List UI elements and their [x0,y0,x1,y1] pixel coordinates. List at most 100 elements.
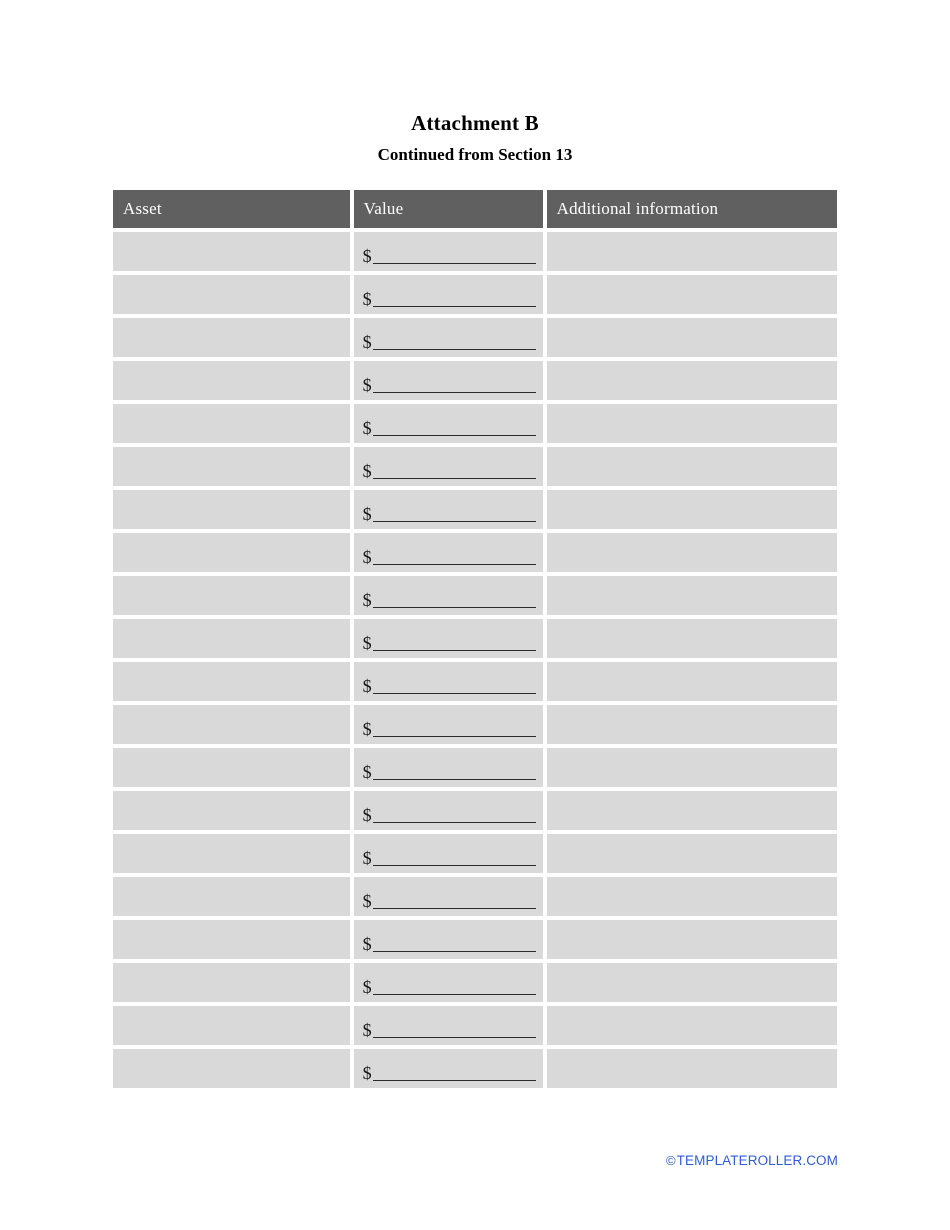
value-field[interactable]: $ [353,404,543,443]
table-row: $ [113,404,837,443]
value-writing-line [372,392,536,393]
value-writing-line [372,478,536,479]
value-writing-line [372,650,536,651]
dollar-sign-label: $ [362,1063,372,1083]
additional-information-field[interactable] [546,232,837,271]
asset-field[interactable] [113,748,350,787]
column-header-asset: Asset [113,190,350,228]
asset-field[interactable] [113,1049,350,1088]
value-writing-line [372,564,536,565]
table-row: $ [113,576,837,615]
value-writing-line [372,435,536,436]
asset-field[interactable] [113,490,350,529]
additional-information-field[interactable] [546,1049,837,1088]
additional-information-field[interactable] [546,791,837,830]
value-field[interactable]: $ [353,447,543,486]
value-field[interactable]: $ [353,619,543,658]
value-field[interactable]: $ [353,1049,543,1088]
dollar-sign-label: $ [362,289,372,309]
additional-information-field[interactable] [546,490,837,529]
value-writing-line [372,951,536,952]
asset-field[interactable] [113,275,350,314]
additional-information-field[interactable] [546,533,837,572]
dollar-sign-label: $ [362,848,372,868]
asset-field[interactable] [113,533,350,572]
column-header-additional-information: Additional information [546,190,837,228]
value-field[interactable]: $ [353,533,543,572]
value-field[interactable]: $ [353,877,543,916]
dollar-sign-label: $ [362,332,372,352]
asset-table: Asset Value Additional information $ $ $ $ $… [113,190,837,1088]
value-field[interactable]: $ [353,705,543,744]
table-row: $ [113,447,837,486]
table-row: $ [113,920,837,959]
value-field[interactable]: $ [353,490,543,529]
asset-field[interactable] [113,705,350,744]
asset-field[interactable] [113,318,350,357]
asset-field[interactable] [113,447,350,486]
table-row: $ [113,1006,837,1045]
dollar-sign-label: $ [362,590,372,610]
footer-attribution: ©TEMPLATEROLLER.COM [666,1153,838,1168]
additional-information-field[interactable] [546,404,837,443]
value-writing-line [372,521,536,522]
asset-field[interactable] [113,361,350,400]
value-field[interactable]: $ [353,275,543,314]
dollar-sign-label: $ [362,375,372,395]
value-writing-line [372,693,536,694]
asset-field[interactable] [113,1006,350,1045]
additional-information-field[interactable] [546,361,837,400]
value-field[interactable]: $ [353,748,543,787]
additional-information-field[interactable] [546,834,837,873]
dollar-sign-label: $ [362,246,372,266]
value-field[interactable]: $ [353,920,543,959]
asset-field[interactable] [113,834,350,873]
table-row: $ [113,232,837,271]
dollar-sign-label: $ [362,1020,372,1040]
value-field[interactable]: $ [353,318,543,357]
additional-information-field[interactable] [546,748,837,787]
value-field[interactable]: $ [353,1006,543,1045]
asset-field[interactable] [113,877,350,916]
value-writing-line [372,349,536,350]
dollar-sign-label: $ [362,891,372,911]
additional-information-field[interactable] [546,447,837,486]
additional-information-field[interactable] [546,705,837,744]
copyright-icon: © [665,1153,676,1168]
value-field[interactable]: $ [353,576,543,615]
asset-field[interactable] [113,920,350,959]
additional-information-field[interactable] [546,1006,837,1045]
dollar-sign-label: $ [362,762,372,782]
value-field[interactable]: $ [353,834,543,873]
additional-information-field[interactable] [546,576,837,615]
asset-field[interactable] [113,619,350,658]
value-writing-line [372,736,536,737]
value-field[interactable]: $ [353,662,543,701]
value-field[interactable]: $ [353,963,543,1002]
additional-information-field[interactable] [546,963,837,1002]
table-row: $ [113,533,837,572]
asset-field[interactable] [113,662,350,701]
dollar-sign-label: $ [362,547,372,567]
additional-information-field[interactable] [546,275,837,314]
value-field[interactable]: $ [353,791,543,830]
table-row: $ [113,963,837,1002]
additional-information-field[interactable] [546,877,837,916]
value-field[interactable]: $ [353,232,543,271]
value-writing-line [372,1037,536,1038]
asset-field[interactable] [113,404,350,443]
value-field[interactable]: $ [353,361,543,400]
asset-field[interactable] [113,963,350,1002]
additional-information-field[interactable] [546,619,837,658]
asset-field[interactable] [113,791,350,830]
additional-information-field[interactable] [546,920,837,959]
asset-field[interactable] [113,576,350,615]
table-row: $ [113,705,837,744]
table-row: $ [113,490,837,529]
additional-information-field[interactable] [546,318,837,357]
value-writing-line [372,263,536,264]
dollar-sign-label: $ [362,504,372,524]
additional-information-field[interactable] [546,662,837,701]
asset-field[interactable] [113,232,350,271]
footer-site-name: TEMPLATEROLLER.COM [676,1153,838,1168]
